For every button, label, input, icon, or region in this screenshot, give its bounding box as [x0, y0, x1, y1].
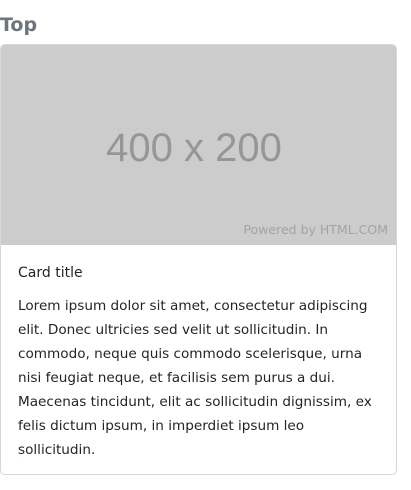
image-dimensions-label: 400 x 200 — [106, 126, 282, 170]
section-heading: Top — [0, 14, 38, 36]
card-body: Card title Lorem ipsum dolor sit amet, c… — [1, 245, 396, 462]
card-title: Card title — [18, 265, 83, 281]
card-image-placeholder: 400 x 200 Powered by HTML.COM — [1, 45, 396, 245]
page: Top 400 x 200 Powered by HTML.COM Card t… — [0, 0, 411, 490]
image-credit-label: Powered by HTML.COM — [243, 222, 388, 237]
card: 400 x 200 Powered by HTML.COM Card title… — [0, 44, 397, 475]
card-text: Lorem ipsum dolor sit amet, consectetur … — [18, 298, 372, 458]
